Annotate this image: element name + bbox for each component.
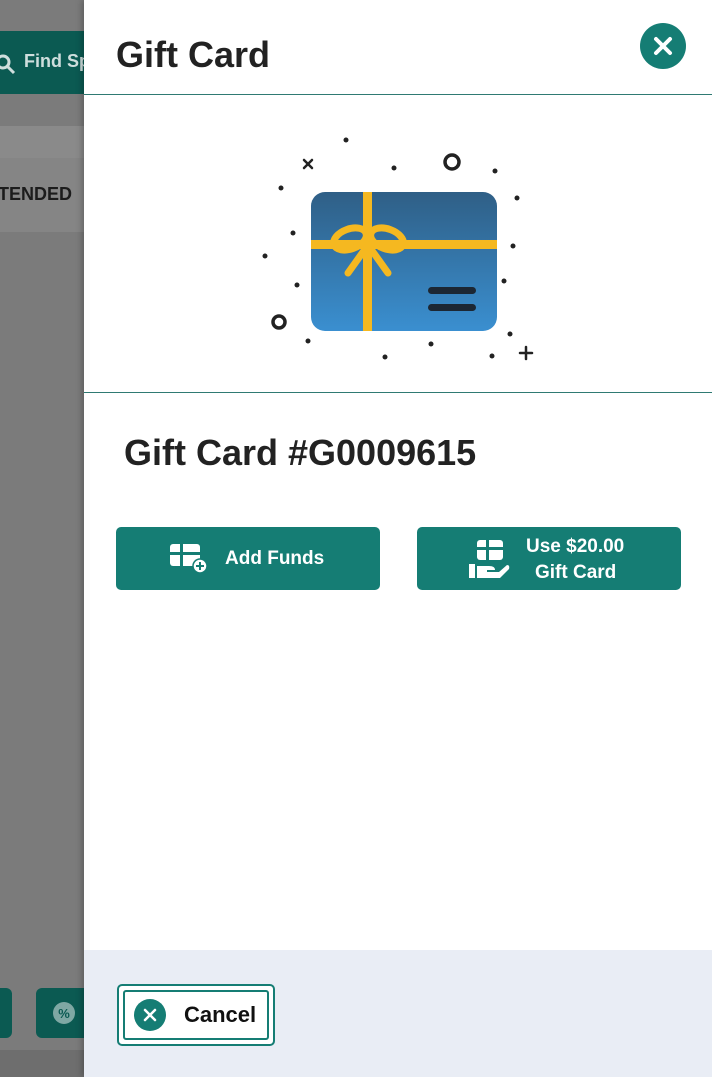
svg-text:%: % — [58, 1006, 70, 1021]
background-search-label: Find Sp — [24, 51, 84, 71]
drawer-title: Gift Card — [116, 34, 271, 75]
hand-gift-card-icon — [467, 538, 511, 586]
gift-card-drawer: Gift Card Gift Card #G0009615 Add Funds … — [84, 0, 712, 1077]
gift-card-illustration — [262, 137, 534, 361]
background-column-label: TENDED — [0, 184, 73, 204]
background-search-bar: Find Sp — [0, 31, 84, 94]
background-table-row: TENDED — [0, 158, 84, 232]
add-gift-card-icon — [168, 542, 210, 580]
use-gift-card-button[interactable]: Use $20.00 Gift Card — [417, 527, 681, 590]
cancel-label: Cancel — [184, 1002, 257, 1027]
search-icon — [0, 53, 16, 75]
use-gift-card-label-amount: Use $20.00 — [526, 536, 625, 557]
background-discount-button: % — [36, 988, 84, 1038]
gift-card-hero — [84, 95, 712, 393]
close-circle-icon — [134, 999, 166, 1031]
use-gift-card-label-text: Gift Card — [535, 562, 617, 583]
close-icon — [654, 37, 672, 55]
drawer-footer: Cancel — [84, 950, 712, 1077]
background-app: Find Sp TENDED % — [0, 0, 84, 1077]
close-button[interactable] — [640, 23, 686, 69]
cancel-button[interactable]: Cancel — [117, 984, 275, 1046]
add-funds-button[interactable]: Add Funds — [116, 527, 380, 590]
background-button — [0, 988, 12, 1038]
add-funds-label: Add Funds — [225, 548, 325, 569]
background-header-band — [0, 126, 84, 158]
drawer-header: Gift Card — [84, 0, 712, 95]
background-footer — [0, 1050, 84, 1077]
discount-badge-icon: % — [50, 999, 78, 1027]
gift-card-number: Gift Card #G0009615 — [124, 432, 477, 473]
